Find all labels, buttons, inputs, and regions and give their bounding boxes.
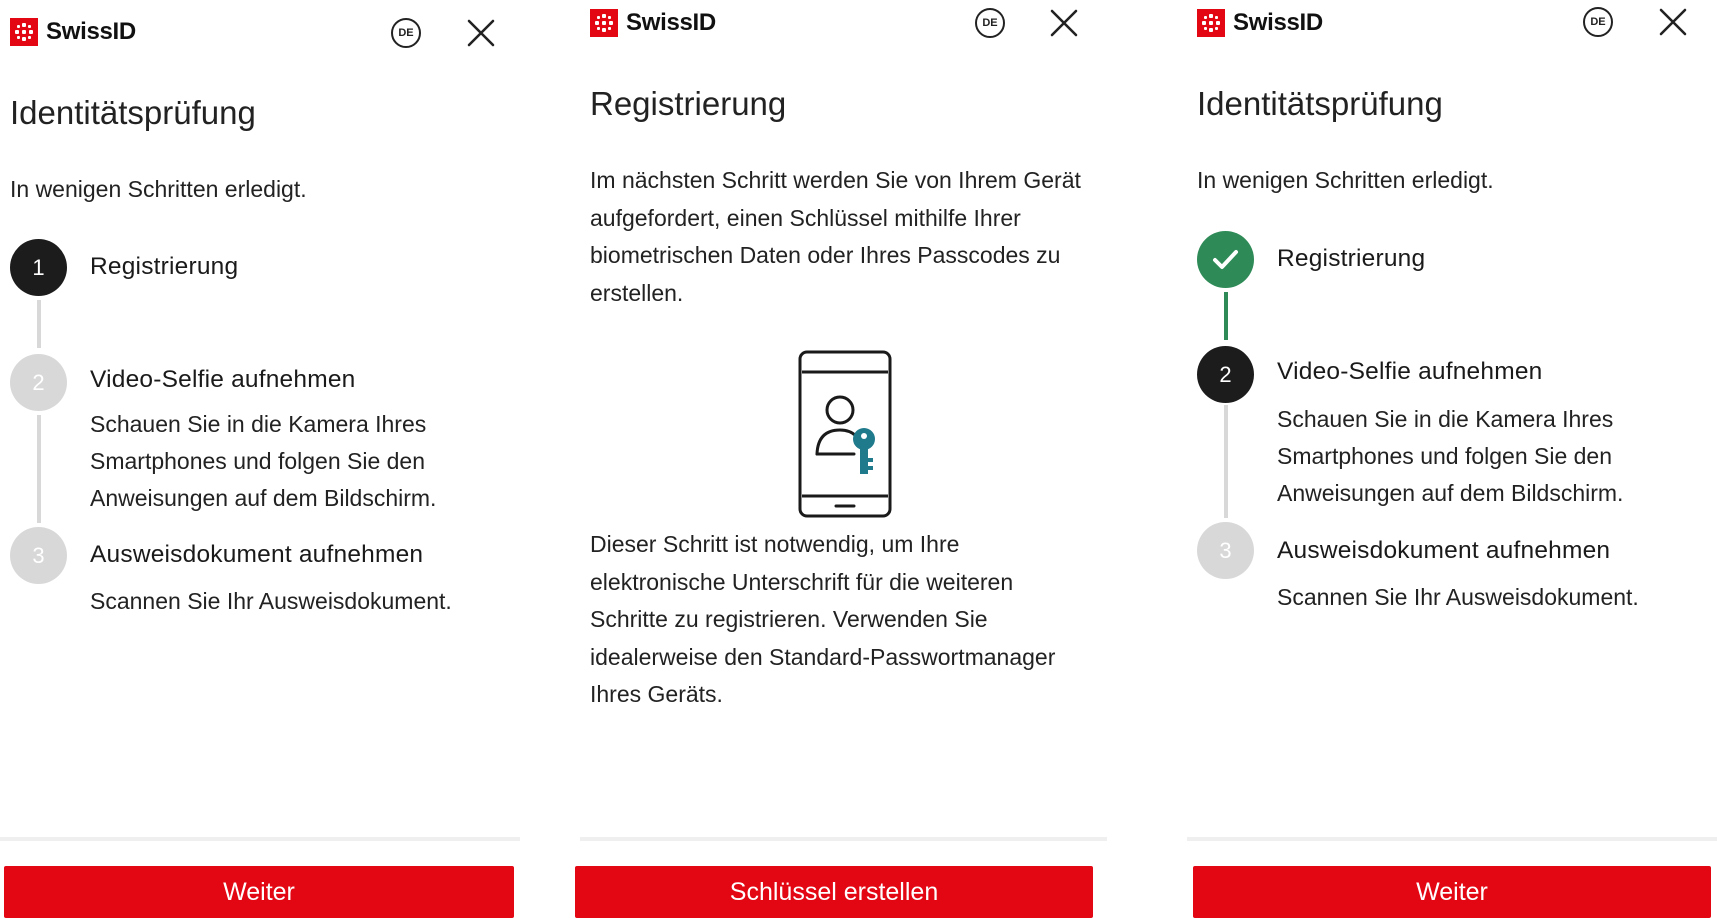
language-switch-button[interactable]: DE: [975, 8, 1005, 38]
step-3-title: Ausweisdokument aufnehmen: [90, 541, 424, 568]
swissid-logo-mark: [590, 9, 618, 37]
divider: [0, 837, 520, 841]
continue-button[interactable]: Weiter: [4, 866, 514, 918]
step-3-description: Scannen Sie Ihr Ausweisdokument.: [1277, 584, 1639, 610]
brand-name: SwissID: [626, 9, 716, 36]
divider: [1187, 837, 1717, 841]
header: SwissID DE: [0, 0, 520, 66]
step-1-indicator: 1: [10, 239, 67, 296]
swissid-logo: SwissID: [590, 9, 716, 37]
brand-name: SwissID: [1233, 9, 1323, 36]
intro-text: Im nächsten Schritt werden Sie von Ihrem…: [590, 167, 1081, 306]
registration-screen: SwissID DE Registrierung Im nächsten Sch…: [575, 0, 1107, 918]
divider: [580, 837, 1107, 841]
header: SwissID DE: [580, 0, 1107, 66]
swissid-logo: SwissID: [10, 18, 136, 46]
check-icon: [1213, 250, 1238, 269]
create-key-button[interactable]: Schlüssel erstellen: [575, 866, 1093, 918]
step-connector: [37, 300, 41, 348]
swissid-logo-mark: [1197, 9, 1225, 37]
swissid-logo: SwissID: [1197, 9, 1323, 37]
page-subtitle: In wenigen Schritten erledigt.: [1197, 167, 1494, 193]
step-2-title: Video-Selfie aufnehmen: [1277, 358, 1543, 385]
close-icon[interactable]: [1049, 8, 1079, 38]
continue-button[interactable]: Weiter: [1193, 866, 1711, 918]
step-1-title: Registrierung: [90, 253, 239, 280]
step-1-indicator: [1197, 231, 1254, 288]
header: SwissID DE: [1187, 0, 1717, 66]
step-3-description: Scannen Sie Ihr Ausweisdokument.: [90, 588, 452, 614]
step-2-indicator: 2: [10, 354, 67, 411]
step-2-title: Video-Selfie aufnehmen: [90, 366, 356, 393]
step-3-indicator: 3: [1197, 522, 1254, 579]
page-title: Identitätsprüfung: [1197, 85, 1443, 122]
close-icon[interactable]: [466, 18, 496, 48]
step-connector: [1224, 405, 1228, 518]
identity-check-screen-2: SwissID DE Identitätsprüfung In wenigen …: [1187, 0, 1717, 918]
note-text: Dieser Schritt ist notwendig, um Ihre el…: [590, 531, 1056, 707]
step-2-description: Schauen Sie in die Kamera Ihres Smartpho…: [1277, 406, 1624, 506]
step-3-title: Ausweisdokument aufnehmen: [1277, 537, 1611, 564]
step-1-title: Registrierung: [1277, 245, 1426, 272]
identity-check-screen-1: SwissID DE Identitätsprüfung In wenigen …: [0, 0, 520, 918]
language-switch-button[interactable]: DE: [391, 18, 421, 48]
step-2-indicator: 2: [1197, 346, 1254, 403]
swissid-logo-mark: [10, 18, 38, 46]
step-connector-done: [1224, 292, 1228, 340]
step-connector: [37, 415, 41, 523]
phone-user-key-icon: [798, 350, 892, 518]
page-title: Identitätsprüfung: [10, 94, 256, 131]
step-3-indicator: 3: [10, 527, 67, 584]
step-2-description: Schauen Sie in die Kamera Ihres Smartpho…: [90, 411, 437, 511]
page-title: Registrierung: [590, 85, 787, 122]
page-subtitle: In wenigen Schritten erledigt.: [10, 176, 307, 202]
brand-name: SwissID: [46, 18, 136, 45]
language-switch-button[interactable]: DE: [1583, 7, 1613, 37]
close-icon[interactable]: [1658, 7, 1688, 37]
